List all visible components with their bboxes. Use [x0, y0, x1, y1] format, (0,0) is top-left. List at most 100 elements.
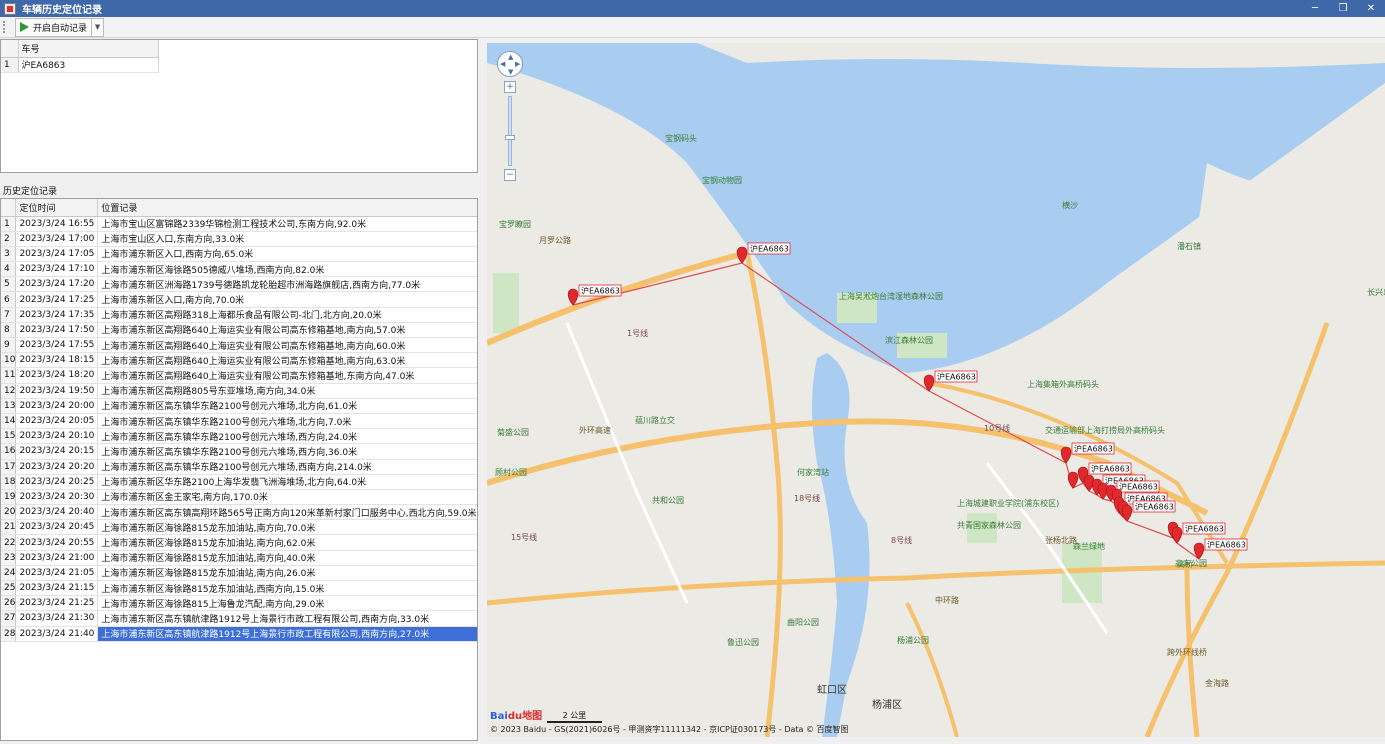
history-time-cell[interactable]: 2023/3/24 20:00	[15, 398, 99, 414]
history-location-cell[interactable]: 上海市浦东新区海徐路815上海鲁龙汽配,南方向,29.0米	[97, 595, 477, 612]
history-row[interactable]: 5 2023/3/24 17:20 上海市浦东新区洲海路1739号德路凯龙轮胎超…	[1, 276, 477, 293]
history-location-cell[interactable]: 上海市浦东新区海徐路815龙东加油站,南方向,26.0米	[97, 565, 477, 582]
history-time-cell[interactable]: 2023/3/24 20:45	[15, 519, 99, 536]
history-time-cell[interactable]: 2023/3/24 21:00	[15, 550, 99, 566]
history-row[interactable]: 18 2023/3/24 20:25 上海市浦东新区华东路2100上海华发翡飞洲…	[1, 474, 477, 490]
map-pin-icon[interactable]	[736, 246, 748, 264]
history-location-cell[interactable]: 上海市浦东新区高东镇航津路1912号上海景行市政工程有限公司,西南方向,27.0…	[97, 626, 477, 642]
zoom-slider[interactable]	[505, 96, 515, 166]
history-location-cell[interactable]: 上海市浦东新区高东镇高翔环路565号正南方向120米革新村家门口服务中心,西北方…	[97, 504, 477, 521]
history-row[interactable]: 12 2023/3/24 19:50 上海市浦东新区高翔路805号东亚堆场,南方…	[1, 383, 477, 399]
history-time-cell[interactable]: 2023/3/24 20:10	[15, 428, 99, 445]
history-time-cell[interactable]: 2023/3/24 20:40	[15, 504, 99, 521]
pan-control[interactable]: ▲ ▼ ◀ ▶	[497, 51, 523, 77]
history-row[interactable]: 19 2023/3/24 20:30 上海市浦东新区金王家宅,南方向,170.0…	[1, 489, 477, 506]
history-location-cell[interactable]: 上海市宝山区入口,东南方向,33.0米	[97, 231, 477, 247]
history-location-cell[interactable]: 上海市浦东新区高翔路318上海都乐食品有限公司-北门,北方向,20.0米	[97, 307, 477, 323]
history-location-cell[interactable]: 上海市浦东新区洲海路1739号德路凯龙轮胎超市洲海路旗舰店,西南方向,77.0米	[97, 276, 477, 293]
vehicle-marker[interactable]	[1067, 471, 1079, 489]
history-location-cell[interactable]: 上海市浦东新区入口,南方向,70.0米	[97, 291, 477, 308]
vehicle-row[interactable]: 1 沪EA6863	[1, 57, 159, 73]
map-canvas[interactable]: 月罗公路外环高速 蕴川路立交 宝钢码头宝钢动物园宝罗瞭园上海吴淞炮台湾湿地森林公园滨…	[487, 43, 1385, 737]
history-grid[interactable]: 定位时间 位置记录 1 2023/3/24 16:55 上海市宝山区富锦路233…	[0, 198, 478, 741]
vehicle-plate-cell[interactable]: 沪EA6863	[18, 57, 159, 73]
pan-up-icon[interactable]: ▲	[508, 53, 513, 61]
vehicle-grid[interactable]: 车号 1 沪EA6863	[0, 39, 478, 173]
history-row[interactable]: 6 2023/3/24 17:25 上海市浦东新区入口,南方向,70.0米	[1, 291, 477, 308]
map-view[interactable]: 月罗公路 外环高速 蕴川路立交 宝钢码头 宝钢动物园 宝罗瞭园 上海吴淞炮台湾湿地森林公园滨…	[487, 43, 1385, 737]
history-row[interactable]: 7 2023/3/24 17:35 上海市浦东新区高翔路318上海都乐食品有限公…	[1, 307, 477, 323]
history-row[interactable]: 20 2023/3/24 20:40 上海市浦东新区高东镇高翔环路565号正南方…	[1, 504, 477, 521]
history-time-cell[interactable]: 2023/3/24 20:20	[15, 459, 99, 475]
history-row[interactable]: 8 2023/3/24 17:50 上海市浦东新区高翔路640上海运实业有限公司…	[1, 322, 477, 339]
history-time-cell[interactable]: 2023/3/24 17:50	[15, 322, 99, 339]
history-row[interactable]: 17 2023/3/24 20:20 上海市浦东新区高东镇华东路2100号创元六…	[1, 459, 477, 475]
history-location-cell[interactable]: 上海市浦东新区高翔路640上海运实业有限公司高东修箱基地,东南方向,47.0米	[97, 367, 477, 384]
history-time-cell[interactable]: 2023/3/24 17:05	[15, 246, 99, 263]
history-time-cell[interactable]: 2023/3/24 17:10	[15, 261, 99, 278]
history-row[interactable]: 1 2023/3/24 16:55 上海市宝山区富锦路2339华锦检测工程技术公…	[1, 216, 477, 232]
history-time-cell[interactable]: 2023/3/24 18:20	[15, 367, 99, 384]
history-row[interactable]: 4 2023/3/24 17:10 上海市浦东新区海徐路505德威八堆场,西南方…	[1, 261, 477, 278]
history-location-cell[interactable]: 上海市浦东新区高东镇华东路2100号创元六堆场,西南方向,214.0米	[97, 459, 477, 475]
history-time-cell[interactable]: 2023/3/24 20:15	[15, 443, 99, 460]
history-location-cell[interactable]: 上海市浦东新区金王家宅,南方向,170.0米	[97, 489, 477, 506]
history-row[interactable]: 10 2023/3/24 18:15 上海市浦东新区高翔路640上海运实业有限公…	[1, 352, 477, 369]
history-row[interactable]: 13 2023/3/24 20:00 上海市浦东新区高东镇华东路2100号创元六…	[1, 398, 477, 414]
close-icon[interactable]: ✕	[1357, 0, 1385, 17]
history-location-cell[interactable]: 上海市浦东新区海徐路815龙东加油站,南方向,62.0米	[97, 534, 477, 551]
history-row[interactable]: 24 2023/3/24 21:05 上海市浦东新区海徐路815龙东加油站,南方…	[1, 565, 477, 582]
history-row[interactable]: 25 2023/3/24 21:15 上海市浦东新区海徐路815龙东加油站,西南…	[1, 580, 477, 597]
history-row[interactable]: 28 2023/3/24 21:40 上海市浦东新区高东镇航津路1912号上海景…	[1, 626, 477, 642]
history-time-cell[interactable]: 2023/3/24 17:55	[15, 337, 99, 354]
history-row[interactable]: 14 2023/3/24 20:05 上海市浦东新区高东镇华东路2100号创元六…	[1, 413, 477, 430]
history-location-cell[interactable]: 上海市浦东新区高东镇华东路2100号创元六堆场,西方向,36.0米	[97, 443, 477, 460]
history-row[interactable]: 21 2023/3/24 20:45 上海市浦东新区海徐路815龙东加油站,南方…	[1, 519, 477, 536]
history-row[interactable]: 2 2023/3/24 17:00 上海市宝山区入口,东南方向,33.0米	[1, 231, 477, 247]
column-header-time[interactable]: 定位时间	[15, 199, 99, 217]
history-row[interactable]: 22 2023/3/24 20:55 上海市浦东新区海徐路815龙东加油站,南方…	[1, 534, 477, 551]
history-time-cell[interactable]: 2023/3/24 18:15	[15, 352, 99, 369]
history-time-cell[interactable]: 2023/3/24 16:55	[15, 216, 99, 232]
history-location-cell[interactable]: 上海市浦东新区海徐路815龙东加油站,南方向,70.0米	[97, 519, 477, 536]
history-row[interactable]: 23 2023/3/24 21:00 上海市浦东新区海徐路815龙东加油站,南方…	[1, 550, 477, 566]
column-header-location[interactable]: 位置记录	[97, 199, 477, 217]
history-time-cell[interactable]: 2023/3/24 21:15	[15, 580, 99, 597]
toolbar-grip-icon[interactable]	[3, 21, 9, 33]
history-location-cell[interactable]: 上海市浦东新区海徐路505德威八堆场,西南方向,82.0米	[97, 261, 477, 278]
history-time-cell[interactable]: 2023/3/24 19:50	[15, 383, 99, 399]
history-time-cell[interactable]: 2023/3/24 20:30	[15, 489, 99, 506]
restore-icon[interactable]: ❐	[1329, 0, 1357, 17]
history-time-cell[interactable]: 2023/3/24 17:35	[15, 307, 99, 323]
history-location-cell[interactable]: 上海市浦东新区高翔路805号东亚堆场,南方向,34.0米	[97, 383, 477, 399]
history-time-cell[interactable]: 2023/3/24 21:25	[15, 595, 99, 612]
history-time-cell[interactable]: 2023/3/24 21:40	[15, 626, 99, 642]
history-row[interactable]: 15 2023/3/24 20:10 上海市浦东新区高东镇华东路2100号创元六…	[1, 428, 477, 445]
history-location-cell[interactable]: 上海市宝山区富锦路2339华锦检测工程技术公司,东南方向,92.0米	[97, 216, 477, 232]
history-location-cell[interactable]: 上海市浦东新区高东镇华东路2100号创元六堆场,北方向,7.0米	[97, 413, 477, 430]
history-location-cell[interactable]: 上海市浦东新区高翔路640上海运实业有限公司高东修箱基地,南方向,60.0米	[97, 337, 477, 354]
map-pin-icon[interactable]	[1067, 471, 1079, 489]
map-pin-icon[interactable]	[1121, 504, 1133, 522]
pan-left-icon[interactable]: ◀	[500, 60, 505, 68]
zoom-out-button[interactable]: −	[504, 169, 516, 181]
history-location-cell[interactable]: 上海市浦东新区高翔路640上海运实业有限公司高东修箱基地,南方向,63.0米	[97, 352, 477, 369]
history-time-cell[interactable]: 2023/3/24 21:30	[15, 610, 99, 627]
map-pin-icon[interactable]	[1171, 526, 1183, 544]
history-location-cell[interactable]: 上海市浦东新区高东镇航津路1912号上海景行市政工程有限公司,西南方向,33.0…	[97, 610, 477, 627]
history-row[interactable]: 11 2023/3/24 18:20 上海市浦东新区高翔路640上海运实业有限公…	[1, 367, 477, 384]
minimize-icon[interactable]: ─	[1301, 0, 1329, 17]
start-auto-record-button[interactable]: 开启自动记录	[15, 17, 93, 37]
history-time-cell[interactable]: 2023/3/24 20:25	[15, 474, 99, 490]
zoom-in-button[interactable]: +	[504, 81, 516, 93]
history-time-cell[interactable]: 2023/3/24 17:25	[15, 291, 99, 308]
history-location-cell[interactable]: 上海市浦东新区海徐路815龙东加油站,西南方向,15.0米	[97, 580, 477, 597]
history-row[interactable]: 3 2023/3/24 17:05 上海市浦东新区入口,西南方向,65.0米	[1, 246, 477, 263]
pan-right-icon[interactable]: ▶	[515, 60, 520, 68]
map-pin-icon[interactable]	[567, 288, 579, 306]
history-row[interactable]: 27 2023/3/24 21:30 上海市浦东新区高东镇航津路1912号上海景…	[1, 610, 477, 627]
history-location-cell[interactable]: 上海市浦东新区入口,西南方向,65.0米	[97, 246, 477, 263]
history-row[interactable]: 26 2023/3/24 21:25 上海市浦东新区海徐路815上海鲁龙汽配,南…	[1, 595, 477, 612]
toolbar-dropdown-chevron-icon[interactable]: ▼	[92, 17, 105, 37]
history-row[interactable]: 9 2023/3/24 17:55 上海市浦东新区高翔路640上海运实业有限公司…	[1, 337, 477, 354]
